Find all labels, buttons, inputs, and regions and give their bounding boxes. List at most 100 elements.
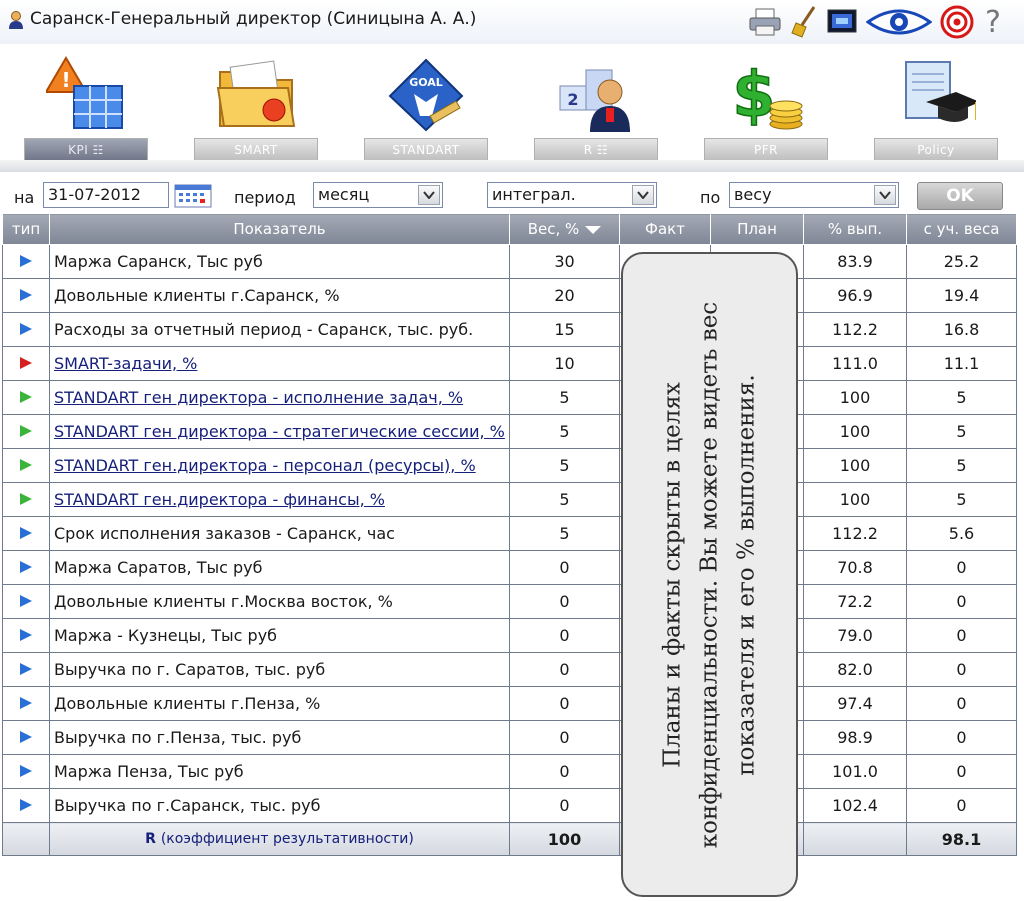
module-policy[interactable]: Policy [874, 50, 998, 168]
calendar-icon[interactable] [174, 184, 212, 208]
module-standart[interactable]: GOAL STANDART [364, 50, 488, 168]
indicator-cell[interactable]: SMART-задачи, % [49, 346, 510, 381]
print-icon[interactable] [748, 7, 782, 37]
weighted-cell: 5 [906, 448, 1017, 483]
money-icon: $ [732, 57, 803, 132]
col-weight[interactable]: Вес, % [509, 213, 620, 245]
broom-icon[interactable] [790, 5, 818, 39]
mode-select[interactable]: интеграл. [487, 182, 657, 208]
module-r[interactable]: 2 R ☷ [534, 50, 658, 168]
blue-arrow-icon [20, 595, 32, 607]
weighted-cell: 5 [906, 482, 1017, 517]
type-cell [2, 584, 50, 619]
weighted-cell: 0 [906, 788, 1017, 823]
table-row: Довольные клиенты г.Пенза, % 0 97.4 0 [2, 686, 1017, 721]
table-row: Маржа Саранск, Тыс руб 30 83.9 25.2 [2, 244, 1017, 279]
total-row: R (коэффициент результативности) 100 98.… [2, 822, 1017, 856]
type-cell [2, 550, 50, 585]
blue-arrow-icon [20, 323, 32, 335]
table-row: Довольные клиенты г.Саранск, % 20 96.9 19.4 [2, 278, 1017, 313]
indicator-name: Маржа Пенза, Тыс руб [54, 761, 244, 781]
indicator-cell: Довольные клиенты г.Москва восток, % [49, 584, 510, 619]
kpi-icon: ! [46, 56, 123, 129]
period-select[interactable]: месяц [313, 182, 443, 208]
indicator-name: Выручка по г.Саранск, тыс. руб [54, 795, 321, 815]
green-arrow-icon [20, 493, 32, 505]
total-weight: 100 [509, 822, 620, 856]
eye-icon[interactable] [866, 6, 932, 38]
table-row: Маржа Пенза, Тыс руб 0 101.0 0 [2, 754, 1017, 789]
pct-cell: 97.4 [803, 686, 907, 721]
indicator-cell[interactable]: STANDART ген.директора - финансы, % [49, 482, 510, 517]
help-icon[interactable]: ? [982, 5, 1004, 40]
blue-arrow-icon [20, 527, 32, 539]
col-type[interactable]: тип [2, 213, 50, 245]
type-cell [2, 686, 50, 721]
pct-cell: 100 [803, 414, 907, 449]
period-label: период [234, 188, 296, 207]
date-input[interactable]: 31-07-2012 [43, 182, 169, 208]
indicator-cell: Довольные клиенты г.Саранск, % [49, 278, 510, 313]
type-cell [2, 618, 50, 653]
indicator-name[interactable]: SMART-задачи, % [54, 354, 197, 373]
weighted-cell: 25.2 [906, 244, 1017, 279]
indicator-cell[interactable]: STANDART ген.директора - персонал (ресур… [49, 448, 510, 483]
pct-cell: 101.0 [803, 754, 907, 789]
blue-arrow-icon [20, 731, 32, 743]
indicator-name[interactable]: STANDART ген.директора - финансы, % [54, 490, 385, 509]
table-row: STANDART ген директора - стратегические … [2, 414, 1017, 449]
indicator-name: Срок исполнения заказов - Саранск, час [54, 523, 395, 543]
target-icon[interactable] [940, 5, 974, 39]
pct-cell: 98.9 [803, 720, 907, 755]
module-pfr[interactable]: $ PFR [704, 50, 828, 168]
weight-cell: 20 [509, 278, 620, 313]
weight-cell: 10 [509, 346, 620, 381]
type-cell [2, 448, 50, 483]
screen-icon[interactable] [826, 8, 858, 36]
col-pct[interactable]: % вып. [803, 213, 907, 245]
ok-button[interactable]: OK [917, 182, 1003, 210]
col-plan[interactable]: План [710, 213, 804, 245]
type-cell [2, 380, 50, 415]
indicator-cell[interactable]: STANDART ген директора - стратегические … [49, 414, 510, 449]
col-indicator[interactable]: Показатель [49, 213, 510, 245]
weight-cell: 5 [509, 448, 620, 483]
weighted-cell: 19.4 [906, 278, 1017, 313]
col-weighted[interactable]: с уч. веса [906, 213, 1017, 245]
pct-cell: 100 [803, 380, 907, 415]
indicator-name: Маржа Саранск, Тыс руб [54, 251, 263, 271]
indicator-name: Маржа - Кузнецы, Тыс руб [54, 625, 278, 645]
toolbar-separator [0, 160, 1024, 172]
indicator-name[interactable]: STANDART ген директора - стратегические … [54, 422, 505, 441]
red-arrow-icon [20, 357, 32, 369]
module-kpi[interactable]: ! KPI ☷ [24, 50, 148, 168]
pct-cell: 112.2 [803, 312, 907, 347]
r-label: R (коэффициент результативности) [49, 822, 510, 856]
indicator-name[interactable]: STANDART ген.директора - персонал (ресур… [54, 456, 476, 475]
green-arrow-icon [20, 391, 32, 403]
blue-arrow-icon [20, 255, 32, 267]
module-toolbar: ! KPI ☷ SMART GOAL STANDART 2 R ☷ $ PFR … [0, 50, 1024, 170]
indicator-name: Выручка по г.Пенза, тыс. руб [54, 727, 302, 747]
weight-cell: 5 [509, 414, 620, 449]
blue-arrow-icon [20, 697, 32, 709]
module-pfr-label: PFR [704, 138, 828, 162]
smart-folder-icon [216, 60, 296, 127]
type-cell [2, 312, 50, 347]
weighted-cell: 0 [906, 652, 1017, 687]
weighted-cell: 0 [906, 618, 1017, 653]
sort-select[interactable]: весу [729, 182, 899, 208]
indicator-name: Выручка по г. Саратов, тыс. руб [54, 659, 326, 679]
ranking-icon: 2 [559, 69, 630, 132]
svg-text:$: $ [732, 58, 775, 131]
weight-cell: 0 [509, 652, 620, 687]
indicator-name[interactable]: STANDART ген директора - исполнение зада… [54, 388, 463, 407]
module-smart[interactable]: SMART [194, 50, 318, 168]
indicator-cell[interactable]: STANDART ген директора - исполнение зада… [49, 380, 510, 415]
module-policy-label: Policy [874, 138, 998, 162]
weighted-cell: 0 [906, 720, 1017, 755]
table-row: Расходы за отчетный период - Саранск, ты… [2, 312, 1017, 347]
pct-cell: 96.9 [803, 278, 907, 313]
table-row: Срок исполнения заказов - Саранск, час 5 1… [2, 516, 1017, 551]
col-fact[interactable]: Факт [619, 213, 711, 245]
